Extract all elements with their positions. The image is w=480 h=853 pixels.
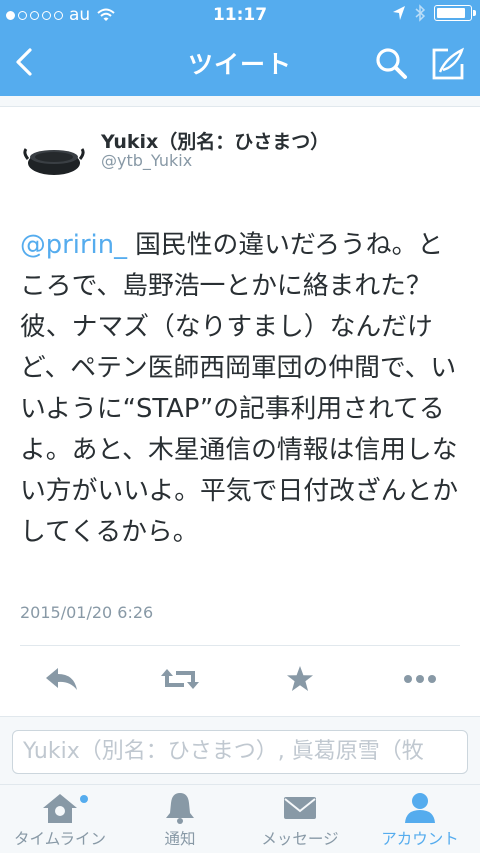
retweet-icon[interactable] — [160, 665, 200, 693]
person-icon — [405, 793, 435, 823]
mention-link[interactable]: @pririn_ — [20, 230, 127, 260]
author-handle[interactable]: @ytb_Yukix — [101, 151, 192, 170]
tab-label: メッセージ — [261, 830, 339, 848]
status-right — [392, 4, 476, 22]
tab-label: 通知 — [164, 830, 196, 848]
divider — [20, 645, 460, 646]
reply-bar: Yukix（別名：ひさまつ）, 眞葛原雪（牧 — [0, 716, 480, 785]
compose-icon[interactable] — [428, 44, 468, 84]
tab-timeline[interactable]: タイムライン — [0, 785, 120, 853]
tweet-text: @pririn_ 国民性の違いだろうね。ところで、島野浩一とかに絡まれた？彼、ナ… — [20, 225, 466, 553]
tweet-detail: Yukix（別名：ひさまつ） @ytb_Yukix @pririn_ 国民性の違… — [0, 106, 480, 717]
bluetooth-icon — [415, 4, 426, 22]
tweet-timestamp: 2015/01/20 6:26 — [20, 603, 154, 622]
home-icon — [43, 794, 77, 823]
tweet-body-text: 国民性の違いだろうね。ところで、島野浩一とかに絡まれた？彼、ナマズ（なりすまし）… — [20, 230, 459, 547]
reply-input[interactable]: Yukix（別名：ひさまつ）, 眞葛原雪（牧 — [12, 730, 468, 774]
location-icon — [393, 6, 405, 20]
more-icon[interactable] — [400, 665, 440, 693]
bell-icon — [166, 793, 194, 824]
tab-label: タイムライン — [14, 830, 106, 848]
tab-label: アカウント — [381, 830, 459, 848]
tab-bar: タイムライン 通知 メッセージ アカウント — [0, 784, 480, 853]
star-icon[interactable] — [280, 665, 320, 693]
reply-icon[interactable] — [42, 665, 82, 693]
tab-notifications[interactable]: 通知 — [120, 785, 240, 853]
envelope-icon — [284, 797, 316, 819]
tab-messages[interactable]: メッセージ — [240, 785, 360, 853]
author-name[interactable]: Yukix（別名：ひさまつ） — [101, 127, 329, 154]
navigation-bar: ツイート — [0, 30, 480, 96]
search-icon[interactable] — [372, 44, 412, 84]
tab-account[interactable]: アカウント — [360, 785, 480, 853]
status-bar: au 11:17 — [0, 0, 480, 30]
avatar[interactable] — [22, 129, 86, 193]
battery-icon — [434, 5, 476, 21]
notification-dot — [80, 795, 88, 803]
